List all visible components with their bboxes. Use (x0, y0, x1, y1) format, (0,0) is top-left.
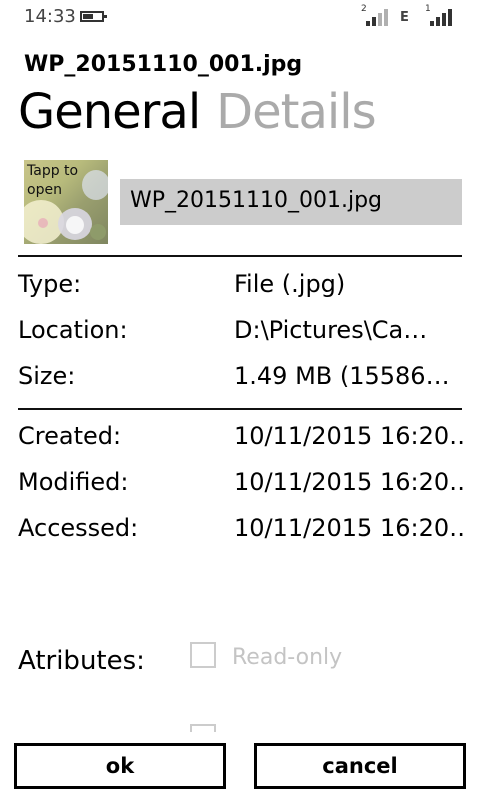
accessed-label: Accessed: (18, 514, 139, 542)
location-label: Location: (18, 316, 128, 344)
attributes-label: Atributes: (18, 646, 145, 676)
divider (18, 255, 462, 257)
tab-details[interactable]: Details (216, 84, 376, 140)
tab-general[interactable]: General (18, 84, 201, 140)
divider (18, 408, 462, 410)
read-only-label: Read-only (232, 645, 343, 670)
ok-button[interactable]: ok (14, 743, 226, 789)
battery-icon (80, 11, 107, 22)
created-value: 10/11/2015 16:20… (234, 422, 464, 450)
modified-label: Modified: (18, 468, 129, 496)
file-properties-screen: 14:33 2 E 1 WP_20151110_001.jpg General D… (0, 0, 480, 800)
app-bar: ok cancel (0, 732, 480, 800)
location-value: D:\Pictures\Ca… (234, 316, 428, 344)
read-only-checkbox[interactable] (190, 642, 216, 668)
network-type-label: E (400, 10, 409, 25)
created-label: Created: (18, 422, 122, 450)
modified-value: 10/11/2015 16:20… (234, 468, 464, 496)
file-name-field[interactable]: WP_20151110_001.jpg (120, 179, 462, 225)
pivot-header: General Details (18, 84, 377, 140)
sim-label: 2 (361, 4, 367, 14)
file-title: WP_20151110_001.jpg (24, 52, 303, 77)
thumbnail-hint: Tapp to open (27, 163, 79, 198)
accessed-value: 10/11/2015 16:20… (234, 514, 464, 542)
cancel-button[interactable]: cancel (254, 743, 466, 789)
status-bar: 14:33 2 E 1 (0, 0, 480, 34)
status-time: 14:33 (24, 6, 76, 27)
signal-icon: 1 (425, 4, 454, 26)
type-value: File (.jpg) (234, 270, 346, 298)
image-thumbnail[interactable]: Tapp to open (24, 160, 108, 244)
size-value: 1.49 MB (15586… (234, 362, 450, 390)
type-label: Type: (18, 270, 82, 298)
size-label: Size: (18, 362, 76, 390)
sim-label: 1 (425, 4, 431, 14)
signal-icon: 2 (361, 4, 390, 26)
